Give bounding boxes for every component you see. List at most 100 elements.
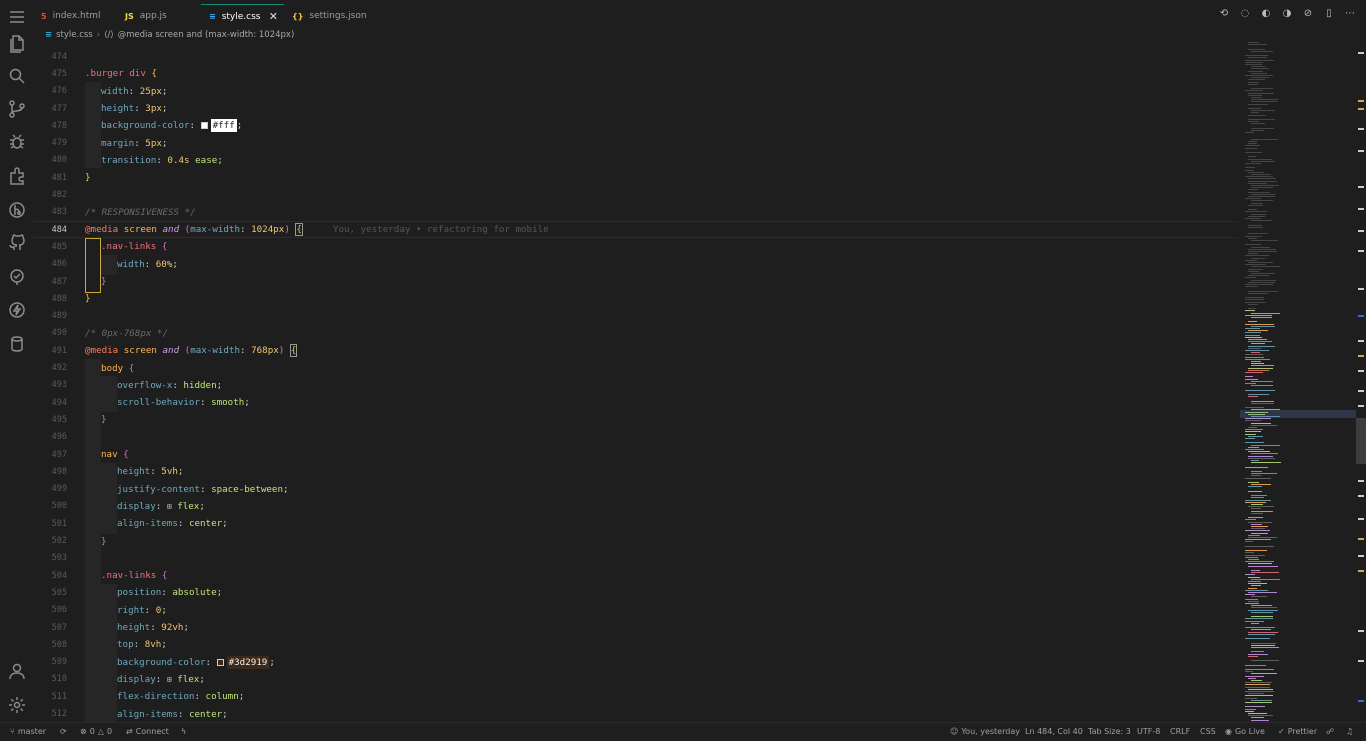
code-line[interactable]: 491 @media screen and (max-width: 768px) … [33,342,1238,359]
cursor-position[interactable]: Ln 484, Col 40 [1025,727,1083,736]
tab-style-css[interactable]: ≡ style.css ✕ [201,4,284,28]
code-line[interactable]: 502} [33,532,1238,549]
minimap-line [1251,495,1267,497]
json-file-icon: {} [292,11,304,21]
settings-gear-icon[interactable] [6,694,28,716]
open-changes-icon[interactable]: ◌ [1239,7,1251,19]
code-line[interactable]: 474 [33,48,1238,65]
end-of-line[interactable]: CRLF [1170,727,1190,736]
git-graph-icon[interactable] [6,199,28,221]
code-line[interactable]: 499 justify-content: space-between; [33,481,1238,498]
close-icon[interactable]: ✕ [269,10,278,23]
problems-status[interactable]: ⊗ 0 △ 0 [80,727,112,736]
minimap-slider[interactable] [1240,410,1356,418]
lightning-icon[interactable]: ϟ [181,727,186,736]
tab-size[interactable]: Tab Size: 3 [1088,727,1131,736]
thunder-client-icon[interactable] [6,299,28,321]
database-icon[interactable] [6,333,28,355]
previous-change-icon[interactable]: ◐ [1260,7,1272,19]
account-icon[interactable] [6,660,28,682]
go-back-icon[interactable]: ⟲ [1218,7,1230,19]
testing-icon[interactable] [6,265,28,287]
code-line[interactable]: 501 align-items: center; [33,515,1238,532]
code-line[interactable]: 477 height: 3px; [33,100,1238,117]
scrollbar-thumb[interactable] [1356,418,1366,464]
language-mode[interactable]: CSS [1200,727,1216,736]
more-actions-icon[interactable]: ⋯ [1344,7,1356,19]
code-line[interactable]: 500 display: ⊞ flex; [33,498,1238,515]
branch-status[interactable]: ⑂ master [10,727,46,736]
search-icon[interactable] [6,65,28,87]
minimap-line [1251,343,1265,345]
chevron-right-icon: › [96,30,101,40]
line-number: 482 [51,190,67,201]
code-line[interactable]: 506 right: 0; [33,602,1238,619]
split-editor-icon[interactable]: ▯ [1323,7,1335,19]
code-line[interactable]: 478 background-color: #fff; [33,117,1238,134]
tab-app-js[interactable]: JS app.js [117,4,201,28]
code-line[interactable]: 511 flex-direction: column; [33,688,1238,705]
code-line[interactable]: 497 nav { [33,446,1238,463]
minimap-line [1245,297,1264,299]
code-line[interactable]: 507 height: 92vh; [33,619,1238,636]
code-line[interactable]: 475 .burger div { [33,65,1238,82]
code-line[interactable]: 484 @media screen and (max-width: 1024px)… [33,221,1238,239]
blame-status[interactable]: ☺ You, yesterday [950,727,1020,736]
code-line[interactable]: 486 width: 60%; [33,256,1238,273]
breadcrumb-file[interactable]: style.css [56,30,93,40]
feedback-icon[interactable]: ☍ [1326,727,1334,736]
vertical-scrollbar[interactable] [1356,40,1366,722]
github-icon[interactable] [6,232,28,254]
code-line[interactable]: 495} [33,411,1238,428]
line-number: 491 [51,345,67,356]
connect-status[interactable]: ⇄ Connect [126,727,169,736]
code-line[interactable]: 487} [33,273,1238,290]
code-line[interactable]: 493 overflow-x: hidden; [33,377,1238,394]
prettier-status[interactable]: ✓ Prettier [1278,727,1317,736]
minimap-line [1248,587,1257,589]
code-line[interactable]: 476 width: 25px; [33,83,1238,100]
code-line[interactable]: 504 .nav-links { [33,567,1238,584]
sync-icon[interactable]: ⟳ [60,727,67,736]
code-line[interactable]: 489 [33,308,1238,325]
minimap[interactable] [1240,40,1355,722]
code-line[interactable]: 494 scroll-behavior: smooth; [33,394,1238,411]
code-line[interactable]: 503 [33,550,1238,567]
code-line[interactable]: 512 align-items: center; [33,705,1238,722]
minimap-line [1248,537,1277,538]
debug-icon[interactable] [6,131,28,153]
tab-index-html[interactable]: 5 index.html [33,4,117,28]
code-line[interactable]: 505 position: absolute; [33,584,1238,601]
code-editor[interactable]: 474 475 .burger div {476 width: 25px; 477 hei… [33,48,1238,722]
code-line[interactable]: 509 background-color: #3d2919; [33,654,1238,671]
explorer-icon[interactable] [6,32,28,54]
minimap-line [1251,504,1263,505]
code-line[interactable]: 496 [33,429,1238,446]
source-control-icon[interactable] [6,98,28,120]
next-change-icon[interactable]: ◑ [1281,7,1293,19]
tab-settings-json[interactable]: {} settings.json [284,4,374,28]
breadcrumb-symbol[interactable]: @media screen and (max-width: 1024px) [118,30,295,40]
extensions-icon[interactable] [6,165,28,187]
code-line[interactable]: 492 body { [33,359,1238,376]
code-line[interactable]: 482 [33,186,1238,203]
code-line[interactable]: 485 .nav-links { [33,238,1238,255]
encoding[interactable]: UTF-8 [1137,727,1160,736]
code-line[interactable]: 488} [33,290,1238,307]
code-line[interactable]: 498 height: 5vh; [33,463,1238,480]
minimap-line [1251,240,1278,241]
code-line[interactable]: 508 top: 8vh; [33,636,1238,653]
bell-icon[interactable]: ♫ [1346,727,1353,736]
go-live-status[interactable]: ◉ Go Live [1225,727,1265,736]
code-line[interactable]: 481} [33,169,1238,186]
minimap-line [1251,497,1264,499]
menu-icon[interactable] [6,6,28,28]
code-line[interactable]: 490 /* 0px-768px */ [33,325,1238,342]
compare-icon[interactable]: ⊘ [1302,7,1314,19]
code-line[interactable]: 479 margin: 5px; [33,135,1238,152]
code-line[interactable]: 510 display: ⊞ flex; [33,671,1238,688]
code-line[interactable]: 480 transition: 0.4s ease; [33,152,1238,169]
minimap-line [1248,427,1257,428]
minimap-line [1245,706,1265,708]
code-line[interactable]: 483 /* RESPONSIVENESS */ [33,204,1238,221]
